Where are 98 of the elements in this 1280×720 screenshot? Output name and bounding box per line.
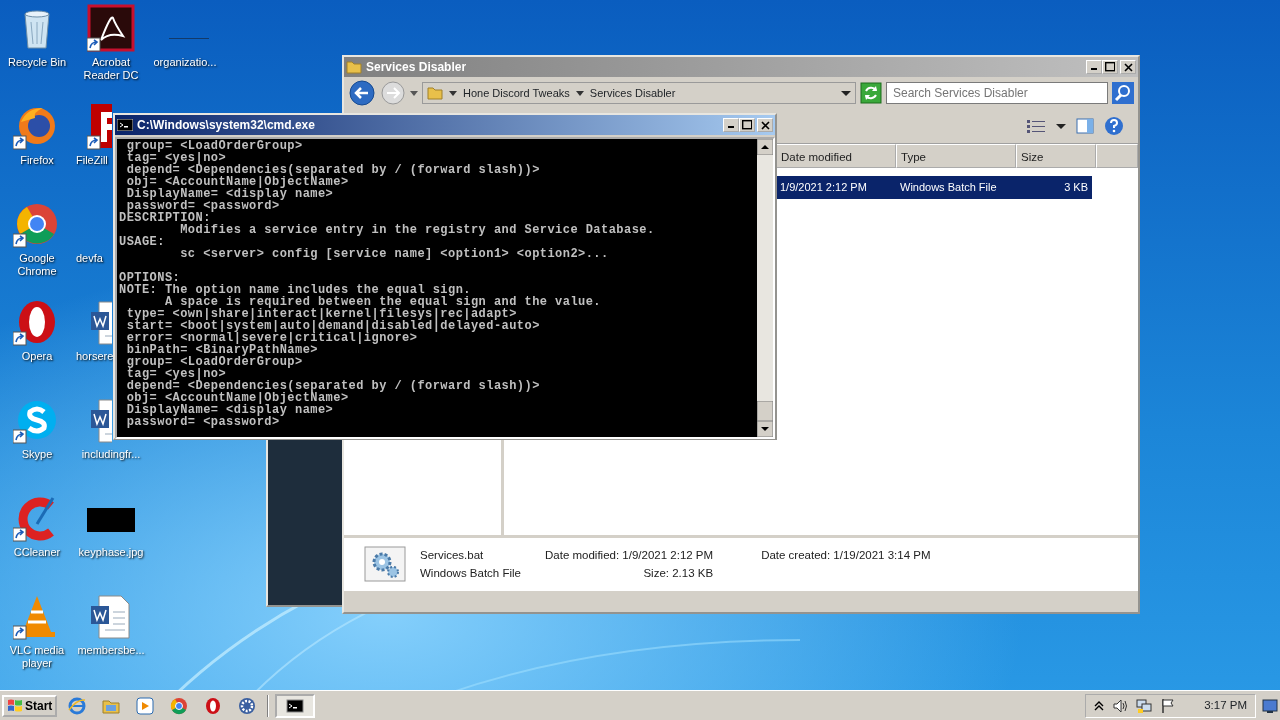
breadcrumb-item[interactable]: Services Disabler	[589, 84, 676, 102]
icon-label[interactable]: Recycle Bin	[7, 56, 67, 69]
detail-field: Date created: 1/19/2021 3:14 PM	[761, 546, 931, 564]
table-cell-text: 1/9/2021 2:12 PM	[779, 180, 868, 195]
column-header[interactable]: Type	[896, 144, 1016, 168]
close-icon	[760, 120, 770, 130]
gear-icon	[238, 696, 257, 715]
file-name: Services.bat	[420, 548, 485, 563]
search-field[interactable]: Search Services Disabler	[886, 82, 1108, 104]
view-icon[interactable]	[1026, 118, 1046, 134]
console-line: group= <LoadOrderGroup>	[125, 140, 304, 152]
icon-label[interactable]: Firefox	[20, 154, 54, 167]
maximize-icon	[1105, 62, 1115, 72]
windows-logo-icon	[7, 697, 23, 714]
console-line: tag= <yes|no>	[125, 368, 227, 380]
console-line: depend= <Dependencies(separated by / (forward slash))>	[125, 164, 541, 176]
document-icon[interactable]	[87, 4, 135, 52]
icon-label[interactable]: FileZill	[76, 154, 108, 167]
console-line: DisplayName= <display name>	[125, 404, 334, 416]
browser-icon	[204, 696, 223, 715]
console-line: USAGE:	[119, 236, 166, 248]
flag-icon[interactable]	[1160, 697, 1177, 714]
file-type: Windows Batch File	[420, 566, 521, 581]
back-button[interactable]	[348, 79, 376, 107]
console-line: password= <password>	[126, 200, 281, 212]
maximize-button[interactable]	[739, 118, 755, 132]
scroll-thumb[interactable]	[757, 401, 773, 421]
show-desktop-icon[interactable]	[1262, 697, 1278, 714]
preview-pane-icon[interactable]	[1076, 118, 1094, 134]
console-icon	[117, 119, 133, 131]
folder-icon	[427, 85, 443, 101]
clock[interactable]: 3:17 PM	[1204, 696, 1247, 715]
window-title: Services Disabler	[366, 59, 467, 76]
detail-field: Size: 2.13 KB	[545, 564, 714, 582]
console-line: DESCRIPTION:	[119, 212, 212, 224]
caret-icon[interactable]	[575, 89, 584, 97]
console-line: error= <normal|severe|critical|ignore>	[125, 332, 418, 344]
window-title: C:\Windows\system32\cmd.exe	[137, 117, 315, 134]
detail-field: Date modified: 1/9/2021 2:12 PM	[545, 546, 714, 564]
caret-icon[interactable]	[1056, 122, 1066, 130]
scroll-down-button[interactable]	[757, 421, 773, 437]
minimize-button[interactable]	[1086, 60, 1102, 74]
icon-label[interactable]: horsere	[76, 350, 114, 363]
console-line: binPath= <BinaryPathName>	[125, 344, 318, 356]
console-line: Modifies a service entry in the registry and Service Database.	[179, 224, 656, 236]
browser-icon	[68, 696, 87, 715]
minimize-button[interactable]	[723, 118, 739, 132]
table-cell-text: 3 KB	[1063, 180, 1089, 195]
maximize-button[interactable]	[1102, 60, 1118, 74]
file-row[interactable]: 1/9/2021 2:12 PM Windows Batch File 3 KB	[776, 176, 1092, 199]
console-line: OPTIONS:	[119, 272, 181, 284]
minimize-icon	[1091, 68, 1097, 71]
console-line: type= <own|share|interact|kernel|filesys|rec|adapt>	[125, 308, 517, 320]
start-button[interactable]: Start	[2, 694, 58, 717]
close-button[interactable]	[757, 118, 773, 132]
icon-label[interactable]: devfa	[76, 252, 103, 265]
address-bar[interactable]: Hone Discord Tweaks Services Disabler	[422, 82, 856, 104]
close-button[interactable]	[1120, 60, 1136, 74]
console-line: depend= <Dependencies(separated by / (forward slash))>	[125, 380, 541, 392]
console-line: obj= <AccountName|ObjectName>	[125, 176, 349, 188]
column-header[interactable]: Size	[1016, 144, 1096, 168]
gear-file-icon	[364, 546, 406, 582]
expand-icon[interactable]	[1094, 699, 1105, 712]
browser-icon	[170, 696, 189, 715]
icon-label[interactable]: Skype	[21, 448, 53, 461]
console-line: tag= <yes|no>	[125, 152, 227, 164]
help-icon[interactable]	[1104, 116, 1124, 136]
console-line: A space is required between the equal sign and the value.	[164, 296, 603, 308]
console-line: NOTE: The option name includes the equal sign.	[119, 284, 471, 296]
icon-label[interactable]: Acrobat Reader DC	[75, 56, 147, 82]
folder-icon	[346, 59, 362, 75]
caret-icon[interactable]	[449, 89, 457, 97]
console-line: password= <password>	[125, 416, 281, 428]
console-icon	[286, 696, 305, 715]
network-icon[interactable]	[1136, 697, 1153, 714]
taskbar-button[interactable]	[275, 693, 316, 718]
icon-label[interactable]: Google Chrome	[1, 252, 73, 278]
caret-icon[interactable]	[410, 89, 418, 97]
icon-label[interactable]: Opera	[21, 350, 53, 363]
breadcrumb-item[interactable]: Hone Discord Tweaks	[463, 84, 570, 102]
column-header[interactable]: Date modified	[776, 144, 896, 168]
maximize-icon	[742, 120, 752, 130]
icon-label[interactable]: organizatio...	[153, 56, 217, 69]
media-player-icon	[136, 696, 155, 715]
dropdown-icon[interactable]	[841, 89, 851, 97]
app-icon[interactable]	[87, 102, 112, 150]
console-line: sc <server> config [service name] <option1> <option2>...	[179, 248, 610, 260]
minimize-icon	[728, 126, 734, 129]
console-line: obj= <AccountName|ObjectName>	[125, 392, 349, 404]
speaker-icon[interactable]	[1112, 697, 1129, 714]
scroll-up-button[interactable]	[757, 139, 773, 155]
refresh-button[interactable]	[860, 82, 882, 104]
console-line: group= <LoadOrderGroup>	[125, 356, 303, 368]
console-line: start= <boot|system|auto|demand|disabled|delayed-auto>	[125, 320, 541, 332]
search-icon[interactable]	[1112, 82, 1134, 104]
close-icon	[1123, 62, 1133, 72]
console-line: DisplayName= <display name>	[125, 188, 334, 200]
table-cell-text: Windows Batch File	[899, 180, 998, 195]
